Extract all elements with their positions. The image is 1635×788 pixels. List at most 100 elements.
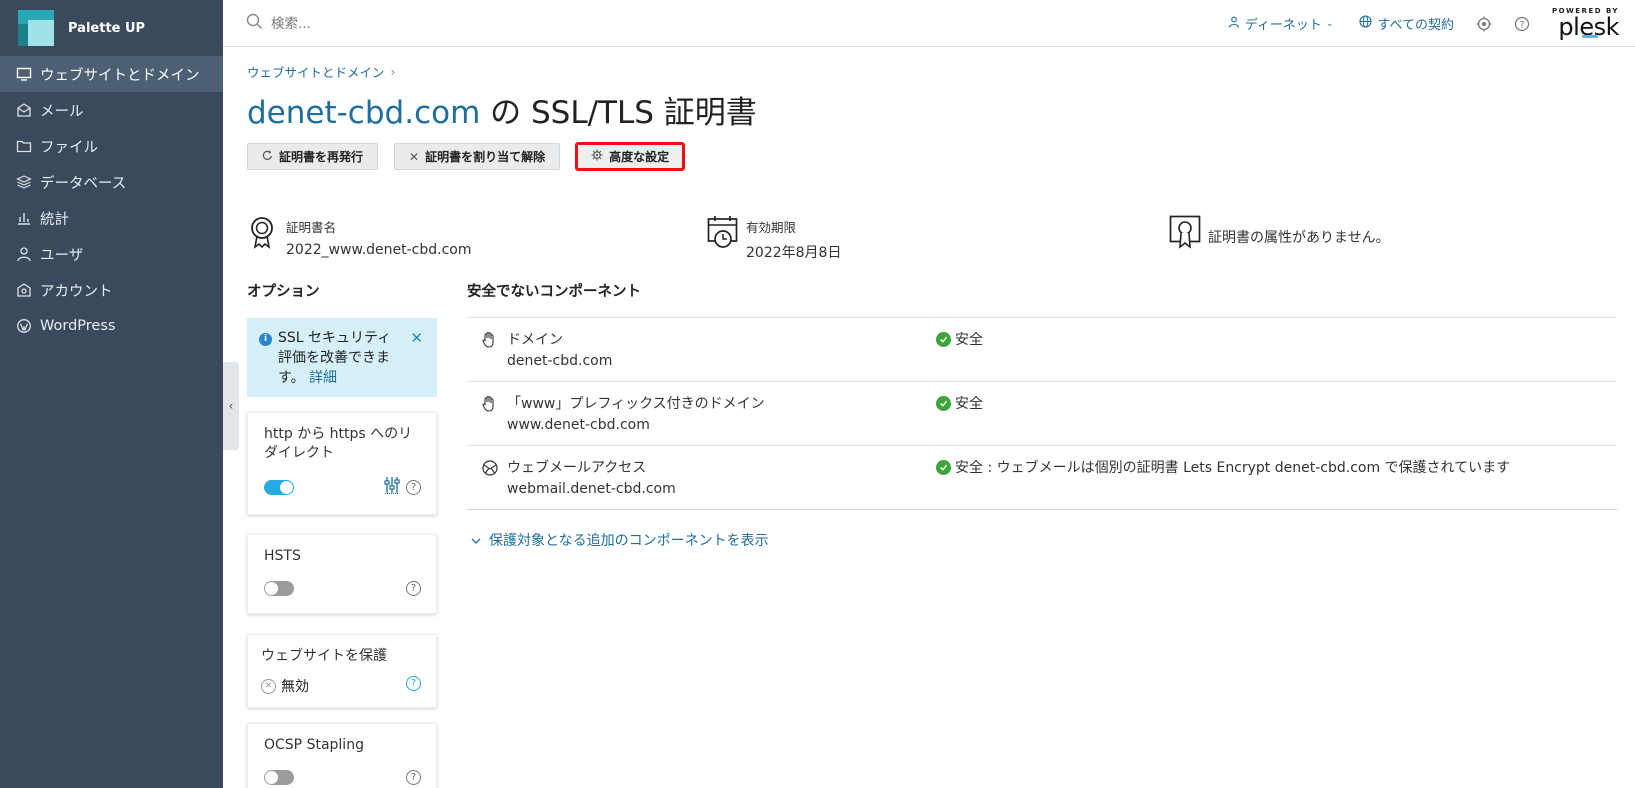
account-icon xyxy=(16,282,32,298)
chevron-down-icon xyxy=(471,532,481,548)
components-table: ドメイン denet-cbd.com 安全 「www」プレフィックス付きのドメイ… xyxy=(467,317,1617,510)
subscriptions-link[interactable]: すべての契約 xyxy=(1359,14,1454,33)
help-icon[interactable]: ? xyxy=(406,480,421,495)
component-host: webmail.denet-cbd.com xyxy=(507,481,676,497)
table-row: 「www」プレフィックス付きのドメイン www.denet-cbd.com 安全 xyxy=(467,382,1617,446)
refresh-icon xyxy=(262,149,273,164)
disabled-x-icon: ✕ xyxy=(261,678,276,694)
advanced-settings-button[interactable]: 高度な設定 xyxy=(575,142,686,171)
components-heading: 安全でないコンポーネント xyxy=(467,284,641,300)
sidebar-item-label: ユーザ xyxy=(40,247,84,264)
protect-website-status: 無効 xyxy=(281,679,309,695)
action-toolbar: 証明書を再発行 ✕ 証明書を割り当て解除 高度な設定 xyxy=(247,142,700,171)
protect-website-title: ウェブサイトを保護 xyxy=(261,648,387,664)
user-menu-label: ディーネット xyxy=(1244,18,1322,33)
protect-website-card: ウェブサイトを保護 ✕ 無効 ? xyxy=(247,634,437,708)
topbar-right: ディーネット ⌄ すべての契約 ? POWERED BY plesk xyxy=(1202,0,1620,47)
help-icon[interactable]: ? xyxy=(406,770,421,785)
hand-icon xyxy=(481,331,499,349)
chevron-right-icon: › xyxy=(390,64,396,79)
redirect-option-title: http から https へのリダイレクト xyxy=(264,426,413,461)
expiry-value: 2022年8月8日 xyxy=(746,245,842,261)
sidebar-item-account[interactable]: アカウント xyxy=(0,272,223,308)
hsts-option-card: HSTS ? xyxy=(247,534,437,614)
unassign-label: 証明書を割り当て解除 xyxy=(425,150,546,164)
brand-logo xyxy=(16,8,56,48)
ocsp-toggle[interactable] xyxy=(264,770,294,785)
help-icon[interactable]: ? xyxy=(406,581,421,596)
certificate-document-icon xyxy=(1169,215,1201,249)
user-icon xyxy=(1228,16,1245,32)
redirect-toggle[interactable] xyxy=(264,480,294,495)
globe-icon xyxy=(1359,15,1377,32)
advanced-settings-label: 高度な設定 xyxy=(609,150,670,164)
certificate-name-label: 証明書名 xyxy=(286,220,337,235)
hsts-toggle[interactable] xyxy=(264,581,294,596)
certificate-badge-icon xyxy=(247,215,277,249)
sidebar-item-users[interactable]: ユーザ xyxy=(0,236,223,272)
redirect-option-card: http から https へのリダイレクト ? xyxy=(247,412,437,515)
show-more-components-link[interactable]: 保護対象となる追加のコンポーネントを表示 xyxy=(471,530,769,550)
info-icon: i xyxy=(259,333,272,346)
sidebar-item-wordpress[interactable]: WordPress xyxy=(0,308,223,344)
unassign-certificate-button[interactable]: ✕ 証明書を割り当て解除 xyxy=(394,143,561,170)
sidebar-collapse-handle[interactable]: ‹ xyxy=(223,362,239,450)
expiry-label: 有効期限 xyxy=(746,220,797,235)
component-name: ウェブメールアクセス xyxy=(507,460,647,476)
page-title-suffix: の SSL/TLS 証明書 xyxy=(480,95,757,131)
chevron-down-icon: ⌄ xyxy=(1325,18,1334,29)
sidebar-item-label: メール xyxy=(40,103,84,120)
extensions-icon[interactable] xyxy=(1476,16,1492,32)
sidebar-item-statistics[interactable]: 統計 xyxy=(0,200,223,236)
user-menu[interactable]: ディーネット ⌄ xyxy=(1228,14,1334,33)
page-title-domain: denet-cbd.com xyxy=(247,95,481,131)
breadcrumb-link[interactable]: ウェブサイトとドメイン xyxy=(247,62,385,81)
page-title: denet-cbd.com の SSL/TLS 証明書 xyxy=(247,87,757,132)
certificate-summary: 証明書名 2022_www.denet-cbd.com 有効期限 2022年8月… xyxy=(247,215,1617,275)
notice-details-link[interactable]: 詳細 xyxy=(309,370,337,386)
ssl-rating-notice: i SSL セキュリティ評価を改善できます。 詳細 ✕ xyxy=(247,318,437,397)
sidebar-item-label: ウェブサイトとドメイン xyxy=(40,67,200,84)
expiry-block: 有効期限 2022年8月8日 xyxy=(707,215,841,262)
search-box[interactable] xyxy=(246,13,571,34)
calendar-clock-icon xyxy=(707,215,738,249)
component-status: 安全 xyxy=(936,329,983,349)
sidebar-item-label: WordPress xyxy=(40,318,116,334)
options-heading: オプション xyxy=(247,284,320,300)
sidebar: Palette UP ウェブサイトとドメイン メール ファイル データベース 統… xyxy=(0,0,223,788)
gear-icon xyxy=(591,149,603,164)
sidebar-item-mail[interactable]: メール xyxy=(0,92,223,128)
table-row: ドメイン denet-cbd.com 安全 xyxy=(467,318,1617,382)
svg-text:?: ? xyxy=(1520,20,1525,30)
user-icon xyxy=(16,246,32,262)
breadcrumb: ウェブサイトとドメイン › xyxy=(247,62,396,81)
hand-icon xyxy=(481,395,499,413)
sidebar-item-files[interactable]: ファイル xyxy=(0,128,223,164)
mail-icon xyxy=(16,102,32,118)
sidebar-item-websites[interactable]: ウェブサイトとドメイン xyxy=(0,56,223,92)
help-icon[interactable]: ? xyxy=(406,676,421,691)
no-attributes-text: 証明書の属性がありません。 xyxy=(1208,230,1390,246)
close-icon: ✕ xyxy=(409,149,420,164)
component-status-text: 安全 xyxy=(955,332,983,348)
sidebar-item-label: 統計 xyxy=(40,211,69,228)
sliders-icon[interactable] xyxy=(384,476,400,498)
component-host: denet-cbd.com xyxy=(507,353,613,369)
sidebar-item-databases[interactable]: データベース xyxy=(0,164,223,200)
sidebar-item-label: データベース xyxy=(40,175,127,192)
chevron-left-icon: ‹ xyxy=(228,399,234,413)
monitor-icon xyxy=(16,66,32,82)
search-icon xyxy=(246,13,263,34)
check-circle-icon xyxy=(936,395,951,411)
help-icon[interactable]: ? xyxy=(1514,16,1530,32)
brand[interactable]: Palette UP xyxy=(0,0,223,56)
reissue-certificate-button[interactable]: 証明書を再発行 xyxy=(247,143,379,170)
search-input[interactable] xyxy=(271,15,571,32)
close-icon[interactable]: ✕ xyxy=(410,328,423,348)
component-status-text: 安全 xyxy=(955,396,983,412)
plesk-wordmark: plesk xyxy=(1552,15,1619,39)
database-icon xyxy=(16,174,32,190)
component-name: ドメイン xyxy=(507,332,563,348)
certificate-attributes-block: 証明書の属性がありません。 xyxy=(1169,215,1390,249)
certificate-name-block: 証明書名 2022_www.denet-cbd.com xyxy=(247,215,472,258)
